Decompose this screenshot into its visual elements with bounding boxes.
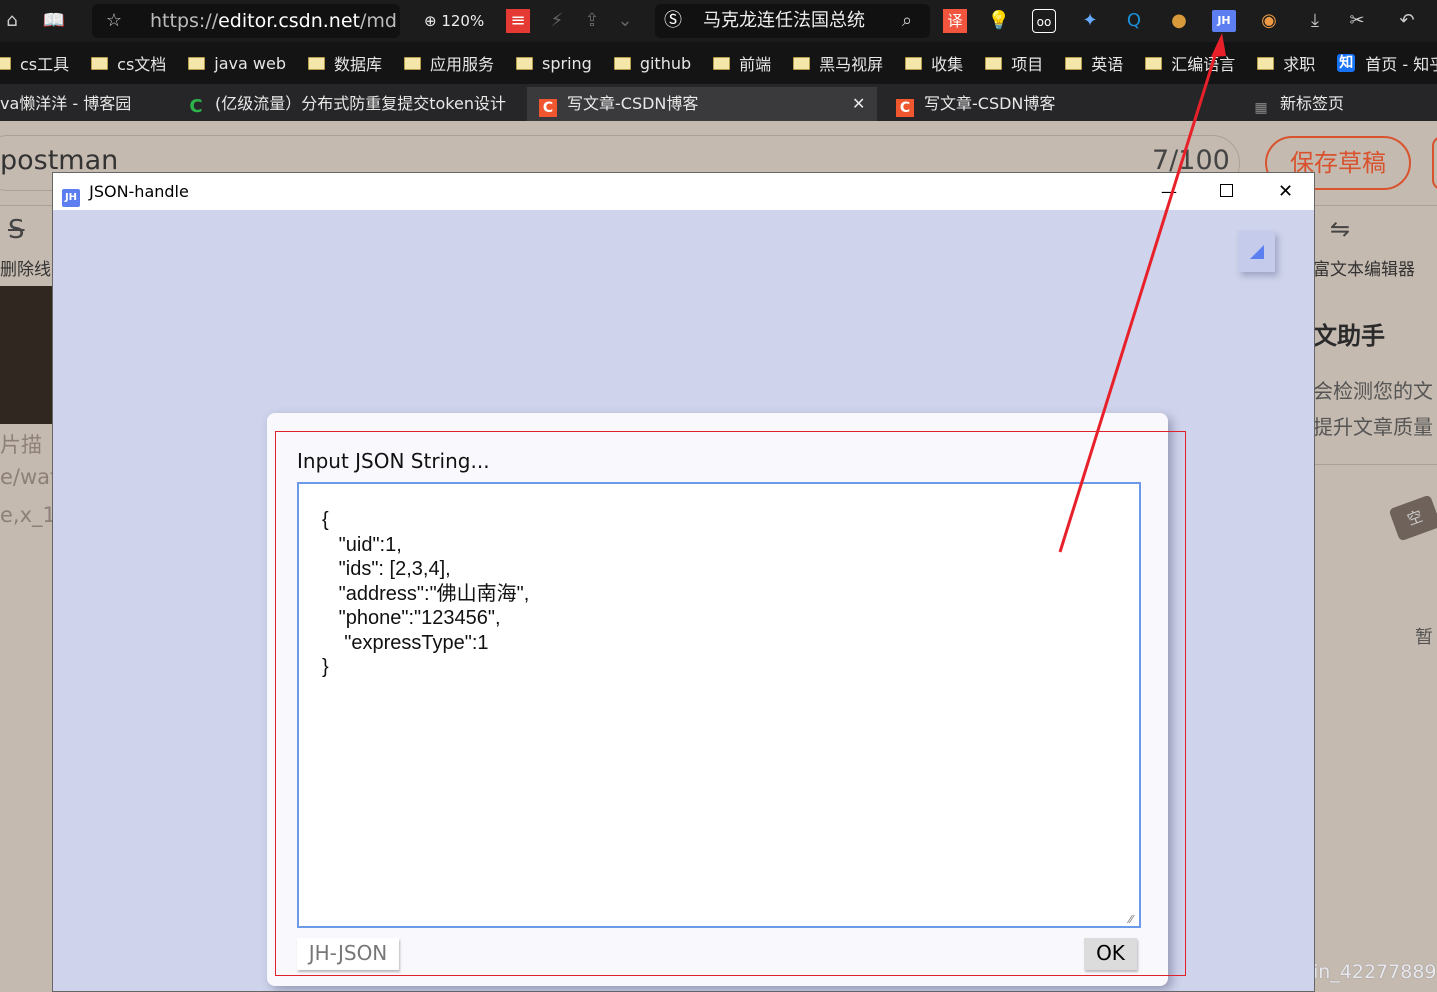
tab-strip: va懒洋洋 - 博客园 C (亿级流量）分布式防重复提交token设计 C 写文章-… — [0, 84, 1437, 121]
bookmark-folder[interactable]: 英语 — [1065, 51, 1123, 75]
flash-icon[interactable]: ⚡ — [545, 9, 569, 33]
download-icon[interactable]: ⤓ — [1303, 9, 1327, 33]
bookmark-folder[interactable]: 求职 — [1257, 51, 1315, 75]
json-handle-app-icon: JH — [62, 189, 80, 207]
maximize-icon[interactable] — [1220, 184, 1233, 197]
strikethrough-icon[interactable]: S — [8, 215, 25, 245]
swap-icon[interactable]: ⇋ — [1330, 215, 1350, 243]
bookmark-folder[interactable]: cs工具 — [0, 51, 69, 75]
folder-icon — [1145, 56, 1163, 70]
minimize-icon[interactable]: — — [1161, 173, 1177, 210]
star-icon[interactable]: ☆ — [102, 9, 126, 33]
tab-item[interactable]: C 写文章-CSDN博客 — [884, 87, 1229, 121]
empty-sign-illustration: 空 — [1388, 494, 1437, 542]
cookie-icon[interactable]: ● — [1167, 9, 1191, 33]
lightbulb-icon[interactable]: 💡 — [987, 9, 1011, 33]
folder-icon — [404, 56, 421, 70]
extension-bird-icon[interactable]: ✦ — [1078, 9, 1102, 33]
folder-icon — [713, 56, 731, 70]
bookmark-folder[interactable]: github — [613, 54, 691, 73]
folder-icon — [1065, 56, 1083, 70]
zhihu-icon: 知 — [1337, 54, 1356, 72]
bookmark-folder[interactable]: 前端 — [713, 51, 771, 75]
browser-toolbar: ⌂ 📖 ☆ https://editor.csdn.net/md ⊕ 120% … — [0, 0, 1437, 42]
window-titlebar[interactable]: JH JSON-handle — ✕ — [53, 173, 1314, 210]
scissors-icon[interactable]: ✂ — [1345, 9, 1369, 33]
jh-json-button[interactable]: JH-JSON — [297, 938, 399, 970]
csdn-icon: C — [896, 99, 914, 117]
bookmark-folder[interactable]: 项目 — [985, 51, 1043, 75]
triangle-icon — [1250, 245, 1264, 259]
search-box[interactable]: Ⓢ 马克龙连任法国总统 ⌕ — [655, 4, 930, 38]
search-icon[interactable]: ⌕ — [895, 9, 919, 33]
extension-oo-icon[interactable]: oo — [1032, 9, 1056, 33]
folder-icon — [91, 56, 109, 70]
grid-icon: ▦ — [1254, 100, 1268, 116]
folder-icon — [613, 56, 631, 70]
json-handle-extension-icon[interactable]: JH — [1212, 10, 1236, 32]
translate-icon[interactable]: 译 — [943, 9, 967, 33]
folder-icon — [793, 56, 811, 70]
json-handle-window: JH JSON-handle — ✕ Input JSON String... … — [52, 172, 1315, 992]
bookmark-folder[interactable]: 应用服务 — [404, 51, 494, 75]
tab-item[interactable]: va懒洋洋 - 博客园 — [0, 87, 168, 121]
undo-icon[interactable]: ↶ — [1395, 9, 1419, 33]
folder-icon — [188, 56, 206, 70]
bookmark-folder[interactable]: java web — [188, 54, 286, 73]
editor-dark-area — [0, 286, 52, 424]
bookmark-folder[interactable]: 收集 — [905, 51, 963, 75]
extension-q-icon[interactable]: Q — [1122, 9, 1146, 33]
json-input-textarea[interactable]: { "uid":1, "ids": [2,3,4], "address":"佛山… — [297, 482, 1141, 928]
close-icon[interactable]: ✕ — [1278, 173, 1293, 210]
tab-item-active[interactable]: C 写文章-CSDN博客 ✕ — [527, 87, 877, 121]
extension-red-icon[interactable]: ≡ — [506, 9, 530, 33]
folder-icon — [307, 56, 325, 70]
bookmark-folder[interactable]: 数据库 — [307, 51, 382, 75]
reader-icon[interactable]: 📖 — [42, 9, 66, 33]
publish-button[interactable] — [1432, 136, 1437, 190]
folder-icon — [0, 56, 11, 70]
tab-item[interactable]: ▦ 新标签页 — [1240, 87, 1437, 121]
bookmarks-bar: cs工具 cs文档 java web 数据库 应用服务 spring githu… — [0, 42, 1437, 84]
zoom-level[interactable]: ⊕ 120% — [424, 9, 484, 33]
divider — [1315, 464, 1437, 465]
folder-icon — [516, 56, 534, 70]
bookmark-folder[interactable]: spring — [516, 54, 592, 73]
sogou-icon[interactable]: Ⓢ — [661, 9, 685, 33]
bookmark-zhihu[interactable]: 知首页 - 知乎 — [1337, 51, 1437, 75]
input-label: Input JSON String... — [297, 449, 490, 473]
folder-icon — [905, 56, 923, 70]
bookmark-folder[interactable]: 黑马视屏 — [793, 51, 883, 75]
csdn-icon: C — [539, 99, 557, 117]
toggle-panel-button[interactable] — [1238, 231, 1275, 272]
bookmark-folder[interactable]: cs文档 — [91, 51, 166, 75]
address-bar[interactable]: ☆ https://editor.csdn.net/md — [92, 4, 400, 38]
chevron-down-icon[interactable]: ⌄ — [613, 9, 637, 33]
csdn-green-icon: C — [189, 96, 203, 117]
home-icon[interactable]: ⌂ — [0, 9, 24, 33]
resize-grip-icon[interactable]: ⁄⁄ — [1129, 913, 1133, 926]
bookmark-folder[interactable]: 汇编语言 — [1145, 51, 1235, 75]
folder-icon — [1257, 56, 1275, 70]
folder-icon — [985, 56, 1003, 70]
chrome-icon[interactable]: ◉ — [1257, 9, 1281, 33]
tab-close-icon[interactable]: ✕ — [852, 87, 865, 121]
ok-button[interactable]: OK — [1084, 938, 1137, 970]
share-icon[interactable]: ⇪ — [580, 9, 604, 33]
tab-item[interactable]: C (亿级流量）分布式防重复提交token设计 — [175, 87, 515, 121]
